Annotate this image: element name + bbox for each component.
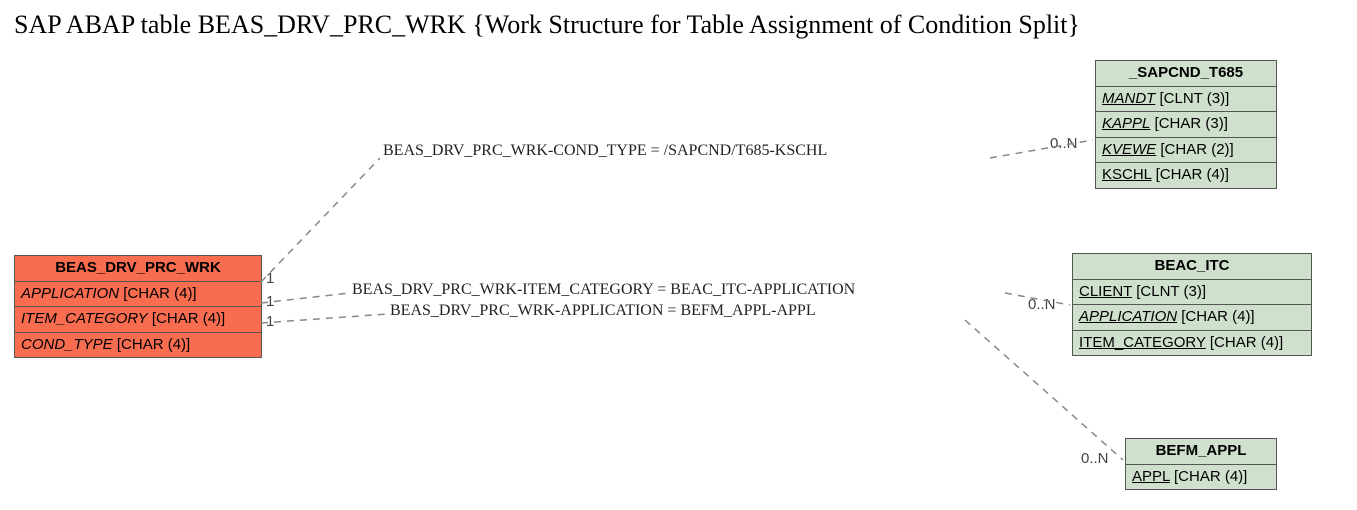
entity-t685-field: KSCHL [CHAR (4)] (1096, 163, 1276, 188)
card-right-r2: 0..N (1028, 296, 1056, 313)
card-left-r2: 1 (266, 293, 274, 310)
entity-itc-field: CLIENT [CLNT (3)] (1073, 280, 1311, 306)
field-type: [CHAR (2)] (1160, 141, 1233, 158)
field-type: [CHAR (4)] (1174, 468, 1247, 485)
field-label: CLIENT (1079, 283, 1132, 300)
field-label: COND_TYPE (21, 336, 113, 353)
field-label: APPLICATION (1079, 308, 1177, 325)
edge-r3-seg1 (261, 314, 388, 323)
entity-t685-field: KAPPL [CHAR (3)] (1096, 112, 1276, 138)
entity-itc-header: BEAC_ITC (1073, 254, 1311, 280)
edge-r2-seg1 (261, 293, 350, 303)
entity-main-field: APPLICATION [CHAR (4)] (15, 282, 261, 308)
field-type: [CHAR (4)] (1156, 166, 1229, 183)
entity-main: BEAS_DRV_PRC_WRK APPLICATION [CHAR (4)] … (14, 255, 262, 358)
field-type: [CHAR (4)] (152, 310, 225, 327)
relation-label-r1: BEAS_DRV_PRC_WRK-COND_TYPE = /SAPCND/T68… (383, 142, 827, 160)
field-type: [CLNT (3)] (1136, 283, 1206, 300)
field-type: [CHAR (4)] (1181, 308, 1254, 325)
entity-appl: BEFM_APPL APPL [CHAR (4)] (1125, 438, 1277, 490)
field-type: [CLNT (3)] (1160, 90, 1230, 107)
entity-t685: _SAPCND_T685 MANDT [CLNT (3)] KAPPL [CHA… (1095, 60, 1277, 189)
field-type: [CHAR (4)] (1210, 334, 1283, 351)
entity-t685-header: _SAPCND_T685 (1096, 61, 1276, 87)
page-title: SAP ABAP table BEAS_DRV_PRC_WRK {Work St… (14, 10, 1080, 40)
edge-r1-seg1 (261, 158, 380, 282)
card-right-r1: 0..N (1050, 135, 1078, 152)
entity-itc-field: ITEM_CATEGORY [CHAR (4)] (1073, 331, 1311, 356)
entity-main-field: ITEM_CATEGORY [CHAR (4)] (15, 307, 261, 333)
field-type: [CHAR (3)] (1155, 115, 1228, 132)
card-left-r1: 1 (266, 270, 274, 287)
field-label: MANDT (1102, 90, 1155, 107)
entity-itc: BEAC_ITC CLIENT [CLNT (3)] APPLICATION [… (1072, 253, 1312, 356)
field-label: KAPPL (1102, 115, 1150, 132)
field-label: APPL (1132, 468, 1170, 485)
card-right-r3: 0..N (1081, 450, 1109, 467)
field-label: ITEM_CATEGORY (21, 310, 148, 327)
entity-appl-header: BEFM_APPL (1126, 439, 1276, 465)
card-left-r3: 1 (266, 313, 274, 330)
entity-t685-field: MANDT [CLNT (3)] (1096, 87, 1276, 113)
field-type: [CHAR (4)] (123, 285, 196, 302)
relation-label-r2: BEAS_DRV_PRC_WRK-ITEM_CATEGORY = BEAC_IT… (352, 281, 855, 299)
entity-main-field: COND_TYPE [CHAR (4)] (15, 333, 261, 358)
field-label: ITEM_CATEGORY (1079, 334, 1206, 351)
relation-label-r3: BEAS_DRV_PRC_WRK-APPLICATION = BEFM_APPL… (390, 302, 816, 320)
field-type: [CHAR (4)] (117, 336, 190, 353)
entity-t685-field: KVEWE [CHAR (2)] (1096, 138, 1276, 164)
entity-itc-field: APPLICATION [CHAR (4)] (1073, 305, 1311, 331)
field-label: KVEWE (1102, 141, 1156, 158)
entity-main-header: BEAS_DRV_PRC_WRK (15, 256, 261, 282)
field-label: APPLICATION (21, 285, 119, 302)
entity-appl-field: APPL [CHAR (4)] (1126, 465, 1276, 490)
edge-r1-seg2 (990, 140, 1093, 158)
field-label: KSCHL (1102, 166, 1151, 183)
